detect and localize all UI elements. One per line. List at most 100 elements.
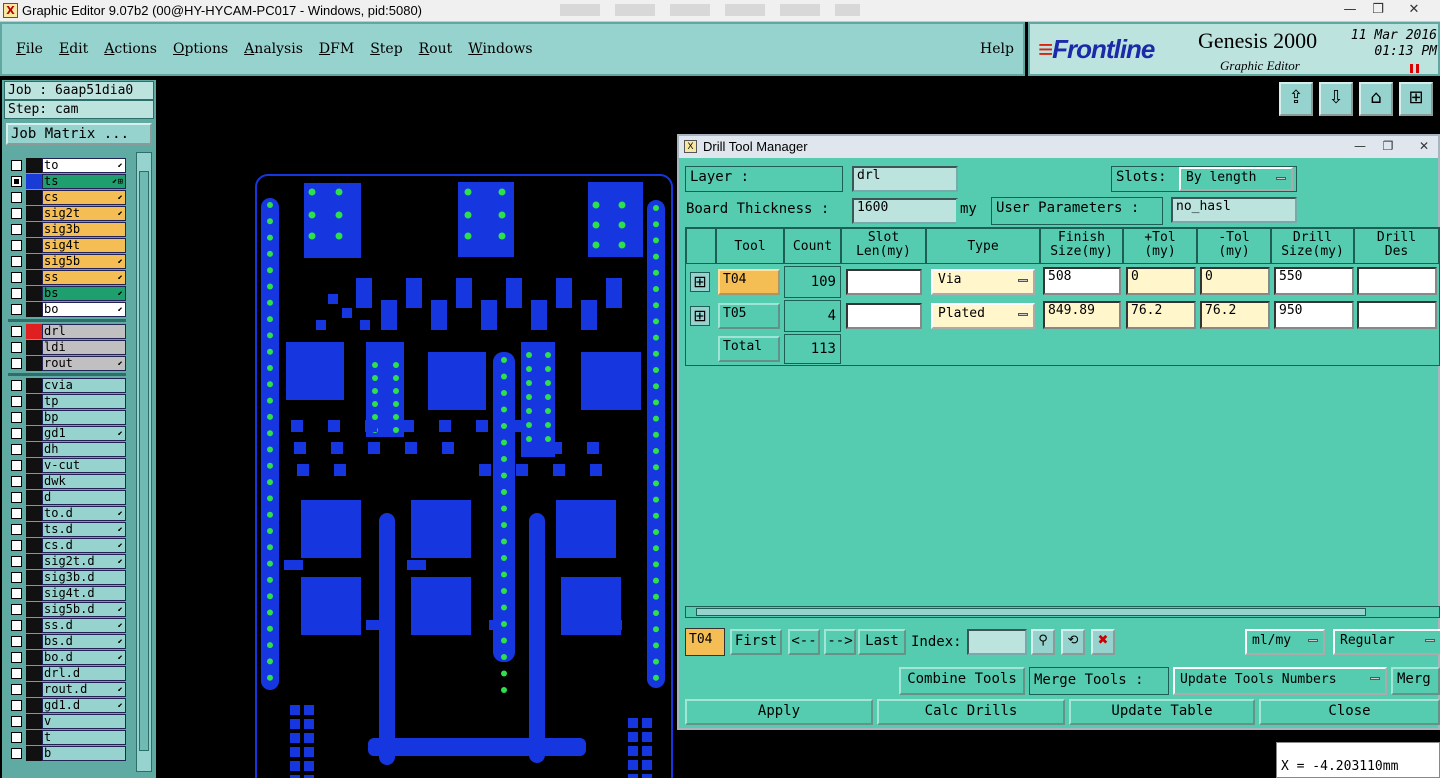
drill-size-field[interactable]: 550 xyxy=(1274,267,1354,295)
layer-name[interactable]: sig2t ⬋ xyxy=(42,206,126,221)
layer-row-bo.d[interactable]: bo.d ⬋ xyxy=(8,650,126,666)
layer-name[interactable]: bs.d ⬋ xyxy=(42,634,126,649)
layer-row-sig4t.d[interactable]: sig4t.d xyxy=(8,586,126,602)
layer-checkbox[interactable] xyxy=(11,556,22,567)
combine-tools-button[interactable]: Combine Tools xyxy=(899,667,1025,695)
layer-row-sig5b[interactable]: sig5b ⬋ xyxy=(8,254,126,270)
layer-name[interactable]: tp xyxy=(42,394,126,409)
layer-color-swatch[interactable] xyxy=(26,442,42,457)
drill-size-field[interactable]: 950 xyxy=(1274,301,1354,329)
layer-name[interactable]: cvia xyxy=(42,378,126,393)
layer-row-ldi[interactable]: ldi xyxy=(8,340,126,356)
layer-row-drl[interactable]: drl xyxy=(8,324,126,340)
layer-name[interactable]: ss ⬋ xyxy=(42,270,126,285)
layer-row-rout[interactable]: rout ⬋ xyxy=(8,356,126,372)
layer-color-swatch[interactable] xyxy=(26,506,42,521)
layer-checkbox[interactable] xyxy=(11,412,22,423)
finish-size-field[interactable]: 508 xyxy=(1043,267,1121,295)
close-dialog-button[interactable]: Close xyxy=(1259,699,1440,725)
layer-name[interactable]: bp xyxy=(42,410,126,425)
layer-color-swatch[interactable] xyxy=(26,490,42,505)
layer-checkbox[interactable] xyxy=(11,326,22,337)
units-dropdown[interactable]: ml/my xyxy=(1245,629,1325,655)
menu-analysis[interactable]: Analysis xyxy=(244,41,303,57)
layer-checkbox[interactable] xyxy=(11,240,22,251)
prev-button[interactable]: <-- xyxy=(788,629,820,655)
layer-color-swatch[interactable] xyxy=(26,602,42,617)
layer-checkbox[interactable] xyxy=(11,288,22,299)
layer-row-rout.d[interactable]: rout.d ⬋ xyxy=(8,682,126,698)
menu-rout[interactable]: Rout xyxy=(419,41,453,57)
layer-row-ts[interactable]: ts ⬋⊞ xyxy=(8,174,126,190)
graphic-canvas[interactable] xyxy=(156,80,676,778)
layer-row-to.d[interactable]: to.d ⬋ xyxy=(8,506,126,522)
hscroll-thumb[interactable] xyxy=(696,608,1366,616)
layer-checkbox[interactable] xyxy=(11,700,22,711)
layer-row-ss[interactable]: ss ⬋ xyxy=(8,270,126,286)
layer-row-t[interactable]: t xyxy=(8,730,126,746)
layer-color-swatch[interactable] xyxy=(26,254,42,269)
layer-checkbox[interactable] xyxy=(11,588,22,599)
delete-icon[interactable]: ✖ xyxy=(1091,629,1115,655)
layer-name[interactable]: drl.d xyxy=(42,666,126,681)
layer-color-swatch[interactable] xyxy=(26,426,42,441)
layer-color-swatch[interactable] xyxy=(26,474,42,489)
export-icon[interactable]: ⇪ xyxy=(1279,82,1313,116)
layer-name[interactable]: bo.d ⬋ xyxy=(42,650,126,665)
layer-checkbox[interactable] xyxy=(11,508,22,519)
index-field[interactable] xyxy=(967,629,1027,655)
layer-name[interactable]: v-cut xyxy=(42,458,126,473)
layer-color-swatch[interactable] xyxy=(26,522,42,537)
layer-row-sig3b[interactable]: sig3b xyxy=(8,222,126,238)
layer-checkbox[interactable] xyxy=(11,224,22,235)
layer-color-swatch[interactable] xyxy=(26,666,42,681)
layer-name[interactable]: ldi xyxy=(42,340,126,355)
layer-name[interactable]: bo ⬋ xyxy=(42,302,126,317)
next-button[interactable]: --> xyxy=(824,629,856,655)
layer-name[interactable]: sig4t xyxy=(42,238,126,253)
layer-name[interactable]: bs ⬋ xyxy=(42,286,126,301)
layer-checkbox[interactable] xyxy=(11,716,22,727)
layer-color-swatch[interactable] xyxy=(26,286,42,301)
layer-checkbox[interactable] xyxy=(11,668,22,679)
close-button[interactable]: ✕ xyxy=(1400,0,1428,20)
dialog-restore-button[interactable]: ❐ xyxy=(1375,137,1401,155)
layer-checkbox[interactable] xyxy=(11,396,22,407)
layer-color-swatch[interactable] xyxy=(26,586,42,601)
layer-checkbox[interactable] xyxy=(11,540,22,551)
layer-row-drl.d[interactable]: drl.d xyxy=(8,666,126,682)
layer-scrollbar[interactable] xyxy=(136,152,152,772)
dialog-close-button[interactable]: ✕ xyxy=(1411,137,1437,155)
layer-row-sig5b.d[interactable]: sig5b.d ⬋ xyxy=(8,602,126,618)
menu-dfm[interactable]: DFM xyxy=(319,41,354,57)
type-dropdown[interactable]: Via xyxy=(931,269,1035,295)
layer-row-d[interactable]: d xyxy=(8,490,126,506)
layer-row-to[interactable]: to ⬋ xyxy=(8,158,126,174)
dialog-minimize-button[interactable]: — xyxy=(1347,137,1373,155)
layer-checkbox[interactable] xyxy=(11,380,22,391)
layer-row-gd1[interactable]: gd1 ⬋ xyxy=(8,426,126,442)
layer-name[interactable]: gd1 ⬋ xyxy=(42,426,126,441)
layer-color-swatch[interactable] xyxy=(26,746,42,761)
layer-row-b[interactable]: b xyxy=(8,746,126,762)
layer-color-swatch[interactable] xyxy=(26,698,42,713)
update-table-button[interactable]: Update Table xyxy=(1069,699,1255,725)
layer-color-swatch[interactable] xyxy=(26,730,42,745)
layer-row-ts.d[interactable]: ts.d ⬋ xyxy=(8,522,126,538)
layer-checkbox[interactable] xyxy=(11,572,22,583)
layer-color-swatch[interactable] xyxy=(26,458,42,473)
tool-button[interactable]: T04 xyxy=(718,269,780,295)
layer-name[interactable]: cs.d ⬋ xyxy=(42,538,126,553)
layer-color-swatch[interactable] xyxy=(26,356,42,371)
layer-row-ss.d[interactable]: ss.d ⬋ xyxy=(8,618,126,634)
layer-name[interactable]: sig5b.d ⬋ xyxy=(42,602,126,617)
layer-name[interactable]: d xyxy=(42,490,126,505)
menu-help[interactable]: Help xyxy=(980,41,1014,57)
layer-color-swatch[interactable] xyxy=(26,270,42,285)
layer-checkbox[interactable] xyxy=(11,192,22,203)
layer-name[interactable]: sig5b ⬋ xyxy=(42,254,126,269)
slot-len-field[interactable] xyxy=(846,269,922,295)
plus-tol-field[interactable]: 0 xyxy=(1126,267,1196,295)
layer-name[interactable]: rout ⬋ xyxy=(42,356,126,371)
slots-dropdown[interactable]: By length xyxy=(1179,167,1293,191)
